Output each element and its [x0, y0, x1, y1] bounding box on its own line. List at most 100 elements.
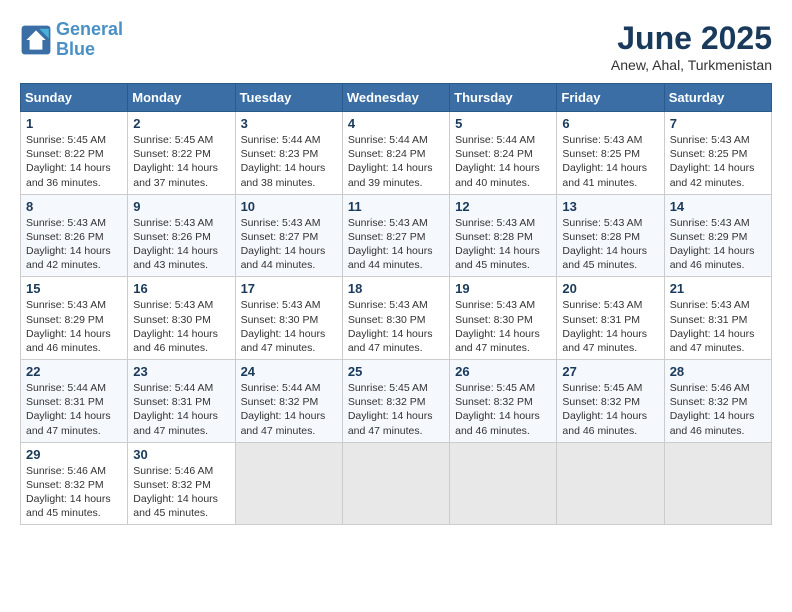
day-info: Sunrise: 5:43 AM Sunset: 8:30 PM Dayligh… — [455, 298, 551, 355]
day-info: Sunrise: 5:45 AM Sunset: 8:32 PM Dayligh… — [562, 381, 658, 438]
day-info: Sunrise: 5:46 AM Sunset: 8:32 PM Dayligh… — [26, 464, 122, 521]
day-number: 18 — [348, 281, 444, 296]
day-info: Sunrise: 5:43 AM Sunset: 8:30 PM Dayligh… — [241, 298, 337, 355]
calendar-cell: 16 Sunrise: 5:43 AM Sunset: 8:30 PM Dayli… — [128, 277, 235, 360]
calendar-header-sunday: Sunday — [21, 84, 128, 112]
calendar-week-1: 1 Sunrise: 5:45 AM Sunset: 8:22 PM Daylig… — [21, 112, 772, 195]
logo: General Blue — [20, 20, 123, 60]
day-number: 3 — [241, 116, 337, 131]
day-info: Sunrise: 5:43 AM Sunset: 8:30 PM Dayligh… — [133, 298, 229, 355]
calendar-cell — [664, 442, 771, 525]
day-info: Sunrise: 5:43 AM Sunset: 8:28 PM Dayligh… — [562, 216, 658, 273]
day-number: 8 — [26, 199, 122, 214]
calendar-cell: 30 Sunrise: 5:46 AM Sunset: 8:32 PM Dayli… — [128, 442, 235, 525]
calendar-cell — [342, 442, 449, 525]
day-number: 16 — [133, 281, 229, 296]
day-number: 5 — [455, 116, 551, 131]
day-number: 7 — [670, 116, 766, 131]
logo-icon — [20, 24, 52, 56]
day-info: Sunrise: 5:43 AM Sunset: 8:27 PM Dayligh… — [241, 216, 337, 273]
day-number: 28 — [670, 364, 766, 379]
day-info: Sunrise: 5:44 AM Sunset: 8:23 PM Dayligh… — [241, 133, 337, 190]
calendar-header-friday: Friday — [557, 84, 664, 112]
calendar-cell: 24 Sunrise: 5:44 AM Sunset: 8:32 PM Dayli… — [235, 360, 342, 443]
calendar-cell: 9Sunrise: 5:43 AM Sunset: 8:26 PM Daylig… — [128, 194, 235, 277]
day-number: 24 — [241, 364, 337, 379]
day-number: 26 — [455, 364, 551, 379]
calendar-cell — [557, 442, 664, 525]
day-number: 30 — [133, 447, 229, 462]
day-info: Sunrise: 5:45 AM Sunset: 8:32 PM Dayligh… — [348, 381, 444, 438]
title-block: June 2025 Anew, Ahal, Turkmenistan — [611, 20, 772, 73]
calendar-cell: 5 Sunrise: 5:44 AM Sunset: 8:24 PM Daylig… — [450, 112, 557, 195]
logo-text: General Blue — [56, 20, 123, 60]
calendar: SundayMondayTuesdayWednesdayThursdayFrid… — [20, 83, 772, 525]
calendar-header-row: SundayMondayTuesdayWednesdayThursdayFrid… — [21, 84, 772, 112]
calendar-cell: 14 Sunrise: 5:43 AM Sunset: 8:29 PM Dayli… — [664, 194, 771, 277]
calendar-cell: 6 Sunrise: 5:43 AM Sunset: 8:25 PM Daylig… — [557, 112, 664, 195]
day-info: Sunrise: 5:44 AM Sunset: 8:24 PM Dayligh… — [348, 133, 444, 190]
day-info: Sunrise: 5:43 AM Sunset: 8:30 PM Dayligh… — [348, 298, 444, 355]
calendar-cell: 12 Sunrise: 5:43 AM Sunset: 8:28 PM Dayli… — [450, 194, 557, 277]
calendar-header-wednesday: Wednesday — [342, 84, 449, 112]
day-number: 23 — [133, 364, 229, 379]
day-info: Sunrise: 5:43 AM Sunset: 8:31 PM Dayligh… — [562, 298, 658, 355]
day-info: Sunrise: 5:43 AM Sunset: 8:26 PM Dayligh… — [26, 216, 122, 273]
day-number: 11 — [348, 199, 444, 214]
day-info: Sunrise: 5:45 AM Sunset: 8:22 PM Dayligh… — [133, 133, 229, 190]
day-info: Sunrise: 5:44 AM Sunset: 8:31 PM Dayligh… — [26, 381, 122, 438]
calendar-cell: 17 Sunrise: 5:43 AM Sunset: 8:30 PM Dayli… — [235, 277, 342, 360]
day-info: Sunrise: 5:43 AM Sunset: 8:28 PM Dayligh… — [455, 216, 551, 273]
calendar-cell: 11 Sunrise: 5:43 AM Sunset: 8:27 PM Dayli… — [342, 194, 449, 277]
calendar-cell: 13 Sunrise: 5:43 AM Sunset: 8:28 PM Dayli… — [557, 194, 664, 277]
day-number: 12 — [455, 199, 551, 214]
day-info: Sunrise: 5:43 AM Sunset: 8:26 PM Dayligh… — [133, 216, 229, 273]
calendar-cell: 2Sunrise: 5:45 AM Sunset: 8:22 PM Daylig… — [128, 112, 235, 195]
calendar-header-saturday: Saturday — [664, 84, 771, 112]
day-number: 20 — [562, 281, 658, 296]
day-info: Sunrise: 5:44 AM Sunset: 8:24 PM Dayligh… — [455, 133, 551, 190]
day-number: 6 — [562, 116, 658, 131]
day-number: 25 — [348, 364, 444, 379]
day-info: Sunrise: 5:43 AM Sunset: 8:31 PM Dayligh… — [670, 298, 766, 355]
day-number: 22 — [26, 364, 122, 379]
day-info: Sunrise: 5:43 AM Sunset: 8:27 PM Dayligh… — [348, 216, 444, 273]
day-info: Sunrise: 5:44 AM Sunset: 8:32 PM Dayligh… — [241, 381, 337, 438]
day-info: Sunrise: 5:43 AM Sunset: 8:25 PM Dayligh… — [562, 133, 658, 190]
day-info: Sunrise: 5:46 AM Sunset: 8:32 PM Dayligh… — [133, 464, 229, 521]
calendar-header-tuesday: Tuesday — [235, 84, 342, 112]
day-info: Sunrise: 5:43 AM Sunset: 8:29 PM Dayligh… — [26, 298, 122, 355]
calendar-cell: 27Sunrise: 5:45 AM Sunset: 8:32 PM Dayli… — [557, 360, 664, 443]
day-number: 14 — [670, 199, 766, 214]
day-number: 10 — [241, 199, 337, 214]
day-number: 15 — [26, 281, 122, 296]
calendar-cell: 22 Sunrise: 5:44 AM Sunset: 8:31 PM Dayli… — [21, 360, 128, 443]
calendar-cell: 23 Sunrise: 5:44 AM Sunset: 8:31 PM Dayli… — [128, 360, 235, 443]
day-info: Sunrise: 5:43 AM Sunset: 8:25 PM Dayligh… — [670, 133, 766, 190]
calendar-cell: 26 Sunrise: 5:45 AM Sunset: 8:32 PM Dayli… — [450, 360, 557, 443]
calendar-week-2: 8 Sunrise: 5:43 AM Sunset: 8:26 PM Daylig… — [21, 194, 772, 277]
day-number: 19 — [455, 281, 551, 296]
calendar-cell: 18 Sunrise: 5:43 AM Sunset: 8:30 PM Dayli… — [342, 277, 449, 360]
day-info: Sunrise: 5:44 AM Sunset: 8:31 PM Dayligh… — [133, 381, 229, 438]
calendar-header-thursday: Thursday — [450, 84, 557, 112]
day-number: 13 — [562, 199, 658, 214]
month-title: June 2025 — [611, 20, 772, 57]
calendar-cell: 4 Sunrise: 5:44 AM Sunset: 8:24 PM Daylig… — [342, 112, 449, 195]
calendar-cell: 7 Sunrise: 5:43 AM Sunset: 8:25 PM Daylig… — [664, 112, 771, 195]
calendar-cell: 25 Sunrise: 5:45 AM Sunset: 8:32 PM Dayli… — [342, 360, 449, 443]
calendar-cell: 3 Sunrise: 5:44 AM Sunset: 8:23 PM Daylig… — [235, 112, 342, 195]
calendar-cell — [235, 442, 342, 525]
day-number: 4 — [348, 116, 444, 131]
calendar-week-3: 15 Sunrise: 5:43 AM Sunset: 8:29 PM Dayli… — [21, 277, 772, 360]
calendar-week-4: 22 Sunrise: 5:44 AM Sunset: 8:31 PM Dayli… — [21, 360, 772, 443]
calendar-cell: 8 Sunrise: 5:43 AM Sunset: 8:26 PM Daylig… — [21, 194, 128, 277]
day-info: Sunrise: 5:43 AM Sunset: 8:29 PM Dayligh… — [670, 216, 766, 273]
calendar-cell: 15 Sunrise: 5:43 AM Sunset: 8:29 PM Dayli… — [21, 277, 128, 360]
day-number: 17 — [241, 281, 337, 296]
calendar-header-monday: Monday — [128, 84, 235, 112]
day-number: 21 — [670, 281, 766, 296]
day-number: 1 — [26, 116, 122, 131]
day-info: Sunrise: 5:45 AM Sunset: 8:32 PM Dayligh… — [455, 381, 551, 438]
calendar-cell: 21 Sunrise: 5:43 AM Sunset: 8:31 PM Dayli… — [664, 277, 771, 360]
